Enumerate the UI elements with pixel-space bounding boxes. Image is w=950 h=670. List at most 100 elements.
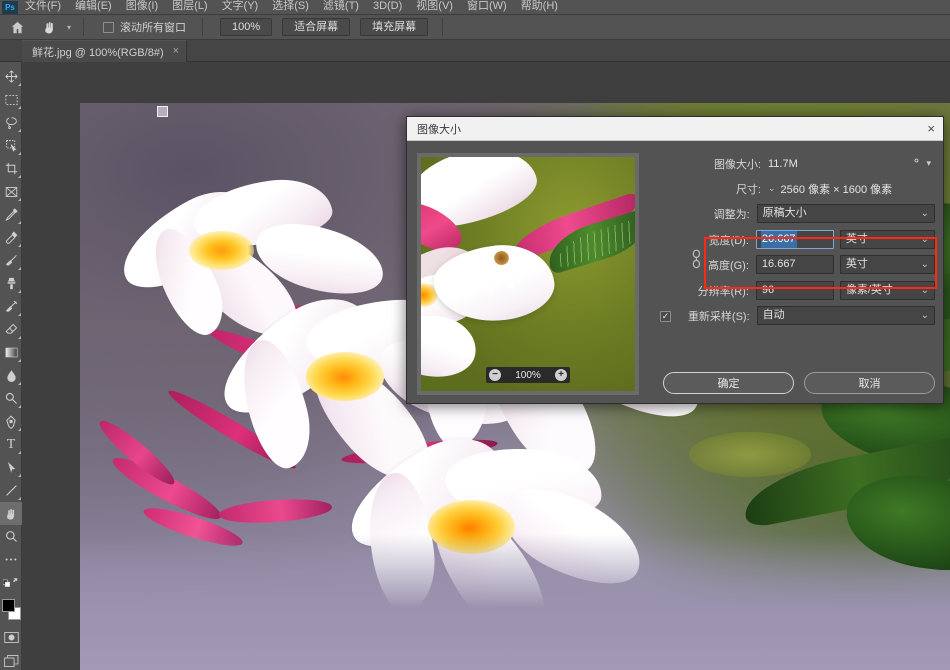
image-size-label: 图像大小: — [713, 158, 761, 171]
menu-view[interactable]: 视图(V) — [409, 0, 460, 14]
clone-stamp-tool-icon[interactable] — [0, 272, 22, 295]
photoshop-logo: Ps — [2, 0, 18, 14]
menu-3d[interactable]: 3D(D) — [366, 0, 409, 14]
history-brush-tool-icon[interactable] — [0, 295, 22, 318]
dialog-body: − 100% + 图像大小: 11.7M ▾ 尺寸: ⌄ 2560 像素 × 1… — [407, 141, 943, 404]
ok-button[interactable]: 确定 — [663, 372, 794, 394]
menu-type[interactable]: 文字(Y) — [215, 0, 266, 14]
preview-panel[interactable]: − 100% + — [417, 153, 639, 395]
rectangular-marquee-tool-icon[interactable] — [0, 88, 22, 111]
eraser-tool-icon[interactable] — [0, 318, 22, 341]
fit-to-select[interactable]: 原稿大小 — [756, 204, 935, 223]
chain-link-icon[interactable] — [691, 249, 702, 272]
fit-to-label: 调整为: — [713, 208, 750, 221]
hand-tool-icon[interactable] — [36, 16, 62, 38]
screen-mode-icon[interactable] — [0, 649, 22, 670]
quick-mask-icon[interactable] — [0, 626, 22, 649]
zoom-100-button[interactable]: 100% — [220, 18, 273, 36]
menu-help[interactable]: 帮助(H) — [514, 0, 565, 14]
edit-toolbar-dots-icon[interactable] — [0, 548, 22, 571]
quick-selection-tool-icon[interactable] — [0, 134, 22, 157]
menu-filter[interactable]: 滤镜(T) — [316, 0, 366, 14]
menu-layer[interactable]: 图层(L) — [165, 0, 214, 14]
line-tool-icon[interactable] — [0, 479, 22, 502]
blur-tool-icon[interactable] — [0, 364, 22, 387]
scroll-all-windows-label: 滚动所有窗口 — [120, 22, 186, 34]
color-swatches[interactable] — [0, 598, 22, 624]
checkbox-box[interactable] — [103, 21, 114, 33]
menu-bar: Ps 文件(F) 编辑(E) 图像(I) 图层(L) 文字(Y) 选择(S) 滤… — [0, 0, 950, 15]
home-icon[interactable] — [6, 16, 28, 38]
preview-zoom-control[interactable]: − 100% + — [486, 367, 570, 383]
options-divider-3 — [442, 18, 444, 36]
fill-screen-button[interactable]: 填充屏幕 — [360, 18, 429, 36]
eyedropper-tool-icon[interactable] — [0, 203, 22, 226]
scroll-all-windows-checkbox[interactable]: 滚动所有窗口 — [103, 19, 186, 35]
menu-image[interactable]: 图像(I) — [119, 0, 165, 14]
fit-screen-button[interactable]: 适合屏幕 — [282, 18, 351, 36]
image-size-dialog: 图像大小 × − 100% + 图像大小: 11.7M ▾ 尺寸: ⌄ 2560… — [406, 116, 944, 404]
menu-select[interactable]: 选择(S) — [265, 0, 316, 14]
default-colors-swap-icon[interactable] — [0, 571, 22, 594]
photoshop-window: Ps 文件(F) 编辑(E) 图像(I) 图层(L) 文字(Y) 选择(S) 滤… — [0, 0, 950, 670]
brush-tool-icon[interactable] — [0, 249, 22, 272]
move-tool-icon[interactable] — [0, 65, 22, 88]
menu-edit[interactable]: 编辑(E) — [68, 0, 119, 14]
chevron-down-icon[interactable]: ⌄ — [768, 183, 776, 194]
dialog-buttons: 确定 取消 — [663, 372, 935, 394]
foreground-color-swatch[interactable] — [2, 599, 15, 612]
height-label: 高度(G): — [707, 259, 749, 272]
dialog-title: 图像大小 — [417, 123, 461, 136]
spot-healing-brush-tool-icon[interactable] — [0, 226, 22, 249]
dialog-title-bar[interactable]: 图像大小 × — [407, 117, 943, 141]
dimensions-row: 尺寸: ⌄ 2560 像素 × 1600 像素 — [650, 178, 935, 199]
width-row: 宽度(D): 26.667 英寸 — [650, 229, 936, 250]
resolution-unit-select[interactable]: 像素/英寸 — [839, 281, 936, 300]
hand-tool-icon-toolbar[interactable] — [0, 502, 22, 525]
dimensions-value: 2560 像素 × 1600 像素 — [780, 183, 893, 196]
dodge-tool-icon[interactable] — [0, 387, 22, 410]
close-icon[interactable]: × — [927, 122, 935, 135]
resolution-label: 分辨率(R): — [697, 285, 749, 298]
gear-icon[interactable]: ▾ — [911, 155, 931, 169]
zoom-tool-icon[interactable] — [0, 525, 22, 548]
width-unit-select[interactable]: 英寸 — [839, 230, 936, 249]
options-bar: ▾ 滚动所有窗口 100% 适合屏幕 填充屏幕 — [0, 15, 950, 40]
options-divider — [83, 18, 84, 36]
resolution-row: 分辨率(R): 96 像素/英寸 — [650, 280, 936, 301]
preview-zoom-value: 100% — [515, 369, 541, 381]
width-input[interactable]: 26.667 — [755, 230, 834, 249]
menu-file[interactable]: 文件(F) — [18, 0, 68, 14]
zoom-out-button[interactable]: − — [489, 369, 501, 381]
close-icon[interactable]: × — [173, 46, 179, 57]
image-size-value: 11.7M — [768, 157, 798, 170]
tool-preset-chevron-down-icon[interactable]: ▾ — [62, 16, 76, 38]
resolution-input[interactable]: 96 — [755, 281, 834, 300]
lasso-tool-icon[interactable] — [0, 111, 22, 134]
resample-checkbox[interactable]: ✓ — [660, 310, 671, 322]
cancel-button[interactable]: 取消 — [804, 372, 935, 394]
document-tab-bar: 鲜花.jpg @ 100%(RGB/8#) × — [0, 40, 950, 62]
pen-tool-icon[interactable] — [0, 410, 22, 433]
type-tool-icon[interactable]: T — [0, 433, 22, 456]
crop-tool-icon[interactable] — [0, 157, 22, 180]
preview-image[interactable]: − 100% + — [421, 157, 635, 391]
menu-window[interactable]: 窗口(W) — [460, 0, 514, 14]
width-label: 宽度(D): — [708, 234, 749, 247]
document-tab-label: 鲜花.jpg @ 100%(RGB/8#) — [32, 46, 164, 59]
height-unit-select[interactable]: 英寸 — [839, 255, 936, 274]
resample-row: ✓ 重新采样(S): 自动 — [650, 305, 935, 326]
transform-handle[interactable] — [157, 106, 168, 117]
options-divider-2 — [202, 18, 203, 36]
zoom-in-button[interactable]: + — [554, 369, 567, 381]
gradient-tool-icon[interactable] — [0, 341, 22, 364]
path-selection-tool-icon[interactable] — [0, 456, 22, 479]
dialog-fields: 图像大小: 11.7M ▾ 尺寸: ⌄ 2560 像素 × 1600 像素 调整… — [650, 153, 936, 330]
frame-tool-icon[interactable] — [0, 180, 22, 203]
document-tab[interactable]: 鲜花.jpg @ 100%(RGB/8#) × — [22, 40, 188, 62]
height-input[interactable]: 16.667 — [755, 255, 834, 274]
width-input-value: 26.667 — [760, 231, 797, 248]
dimensions-label: 尺寸: — [735, 183, 761, 196]
resample-select[interactable]: 自动 — [756, 306, 935, 325]
tools-panel: T — [0, 62, 22, 670]
